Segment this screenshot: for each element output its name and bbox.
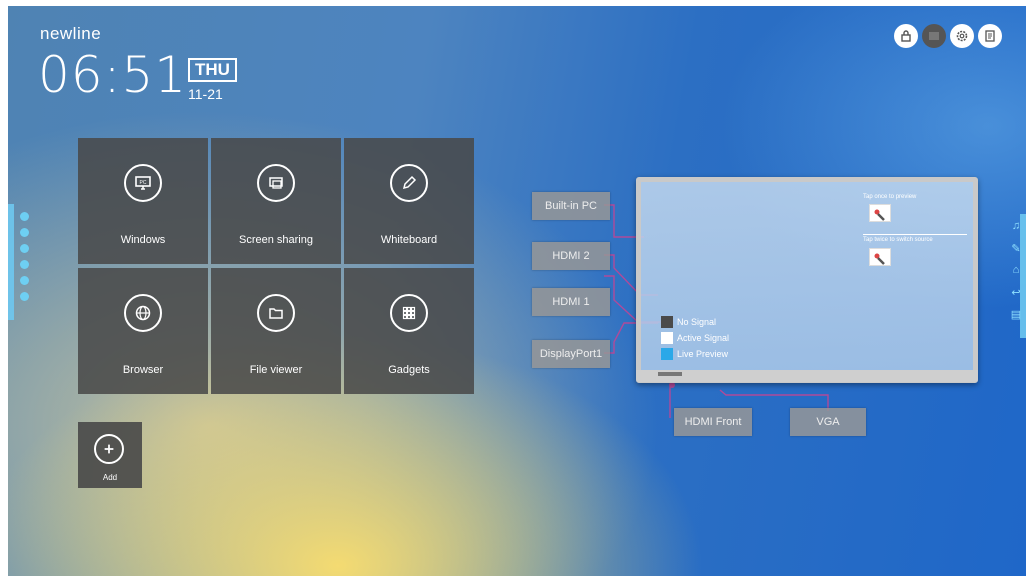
home-screen: newline 06:51 THU 11-21 ♫ ✎ ⌂ ↩ ▤ PC Win… — [8, 6, 1026, 576]
monitor-port-indicator — [658, 372, 682, 376]
legend-swatch-live-preview — [661, 348, 673, 360]
source-button-vga[interactable]: VGA — [790, 408, 866, 436]
source-button-hdmi-front[interactable]: HDMI Front — [674, 408, 752, 436]
monitor-bezel — [636, 370, 978, 382]
source-preview-monitor[interactable]: Tap once to preview Tap twice to switch … — [636, 177, 978, 383]
tap-once-hand-icon — [869, 204, 891, 222]
source-button-built-in-pc[interactable]: Built-in PC — [532, 192, 610, 220]
legend-label: Live Preview — [677, 349, 729, 359]
legend-swatch-active-signal — [661, 332, 673, 344]
source-button-displayport1[interactable]: DisplayPort1 — [532, 340, 610, 368]
hint-preview: Tap once to preview — [863, 194, 917, 200]
hint-divider — [863, 234, 967, 235]
legend-label: No Signal — [677, 317, 717, 327]
tap-twice-hand-icon — [869, 248, 891, 266]
hint-switch: Tap twice to switch source — [863, 237, 933, 243]
legend-swatch-no-signal — [661, 316, 673, 328]
legend-label: Active Signal — [677, 333, 730, 343]
source-button-hdmi-1[interactable]: HDMI 1 — [532, 288, 610, 316]
source-button-hdmi-2[interactable]: HDMI 2 — [532, 242, 610, 270]
